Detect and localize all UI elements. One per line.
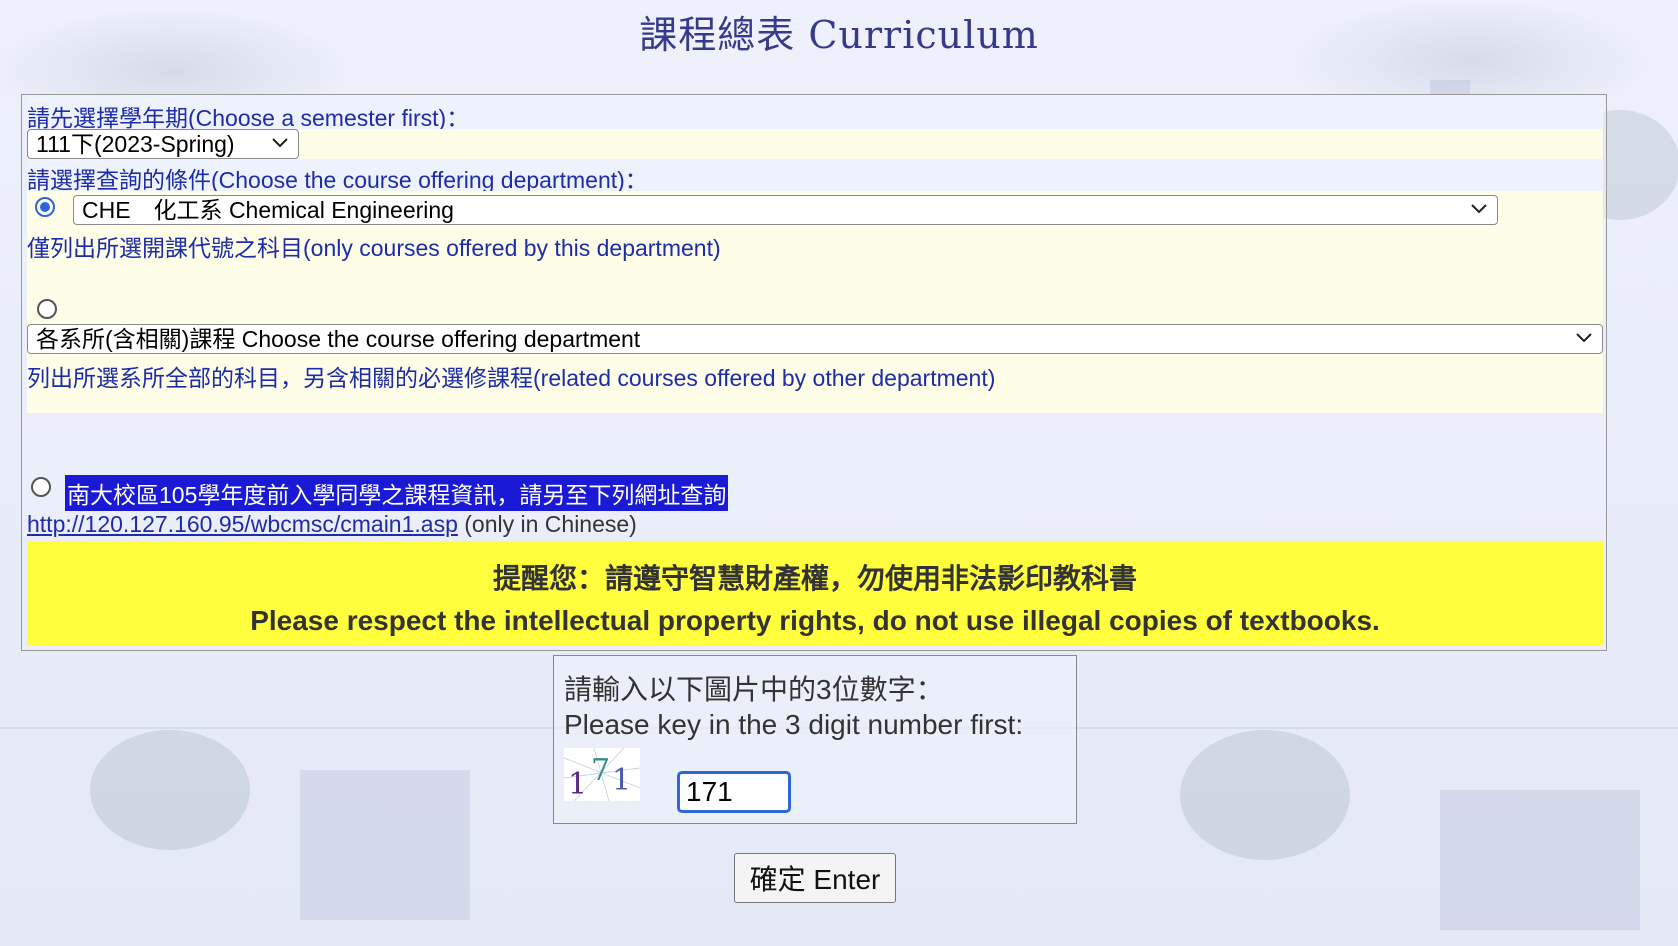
related-department-select[interactable]: 各系所(含相關)課程 Choose the course offering de…	[27, 324, 1603, 354]
option3-block: 南大校區105學年度前入學同學之課程資訊，請另至下列網址查詢 http://12…	[27, 435, 1603, 541]
condition-label-row: 請選擇查詢的條件(Choose the course offering depa…	[27, 159, 1603, 193]
link-note: (only in Chinese)	[457, 511, 637, 537]
captcha-label-zh: 請輸入以下圖片中的3位數字：	[564, 674, 944, 705]
option1-description: 僅列出所選開課代號之科目(only courses offered by thi…	[27, 235, 721, 261]
captcha-box: 請輸入以下圖片中的3位數字： Please key in the 3 digit…	[553, 655, 1077, 824]
semester-select[interactable]: 111下(2023-Spring)	[27, 129, 299, 159]
semester-select-wrap: 111下(2023-Spring)	[27, 129, 299, 159]
svg-text:7: 7	[591, 753, 610, 788]
department-select-wrap: CHE 化工系 Chemical Engineering	[73, 195, 1498, 225]
semester-label: 請先選擇學年期(Choose a semester first)：	[27, 105, 470, 131]
page-title: 課程總表 Curriculum	[639, 13, 1039, 57]
old-campus-link[interactable]: http://120.127.160.95/wbcmsc/cmain1.asp	[27, 511, 458, 537]
condition-label: 請選擇查詢的條件(Choose the course offering depa…	[27, 167, 648, 193]
related-department-select-wrap: 各系所(含相關)課程 Choose the course offering de…	[27, 324, 1603, 354]
option3-link-line: http://120.127.160.95/wbcmsc/cmain1.asp …	[27, 511, 637, 538]
radio-unselected-icon[interactable]	[37, 299, 57, 319]
notice-zh: 提醒您：請遵守智慧財產權，勿使用非法影印教科書	[492, 563, 1137, 594]
semester-label-row: 請先選擇學年期(Choose a semester first)：	[27, 95, 1603, 131]
captcha-input[interactable]	[677, 771, 791, 813]
option3-label: 南大校區105學年度前入學同學之課程資訊，請另至下列網址查詢	[65, 475, 729, 511]
enter-button[interactable]: 確定 Enter	[734, 853, 896, 903]
svg-text:1: 1	[612, 763, 631, 798]
query-form-panel: 請先選擇學年期(Choose a semester first)： 111下(2…	[21, 94, 1607, 651]
captcha-image: 1 7 1	[563, 747, 641, 802]
option1-block: CHE 化工系 Chemical Engineering 僅列出所選開課代號之科…	[27, 191, 1603, 413]
department-select[interactable]: CHE 化工系 Chemical Engineering	[73, 195, 1498, 225]
radio-selected-icon[interactable]	[35, 197, 55, 217]
radio-unselected-icon[interactable]	[31, 477, 51, 497]
semester-select-row: 111下(2023-Spring)	[27, 129, 1603, 159]
captcha-label-en: Please key in the 3 digit number first:	[564, 709, 1024, 740]
notice-en: Please respect the intellectual property…	[250, 605, 1380, 636]
option2-description: 列出所選系所全部的科目，另含相關的必選修課程(related courses o…	[27, 365, 996, 391]
copyright-notice: 提醒您：請遵守智慧財產權，勿使用非法影印教科書 Please respect t…	[27, 541, 1603, 646]
svg-text:1: 1	[568, 767, 587, 801]
